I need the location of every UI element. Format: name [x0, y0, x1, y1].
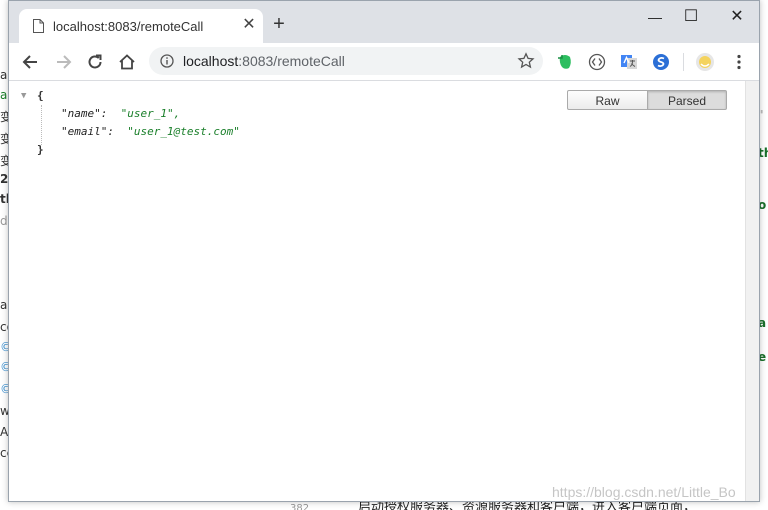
collapse-toggle-icon[interactable]: ▼	[21, 87, 26, 106]
browser-toolbar: localhost:8083/remoteCall	[9, 43, 759, 81]
forward-arrow-icon[interactable]	[53, 52, 73, 72]
info-icon[interactable]	[160, 54, 174, 68]
new-tab-button[interactable]: +	[269, 14, 289, 34]
json-value: "user_1",	[120, 107, 181, 120]
profile-avatar-icon[interactable]	[695, 52, 715, 72]
maximize-button[interactable]: ☐	[677, 7, 705, 27]
bg-fragment: a	[0, 68, 8, 82]
bg-fragment: a	[0, 88, 8, 102]
tab-title: localhost:8083/remoteCall	[53, 19, 204, 34]
reload-icon[interactable]	[85, 52, 105, 72]
document-icon	[33, 19, 44, 33]
vertical-scrollbar[interactable]	[745, 81, 759, 501]
close-window-button[interactable]: ✕	[723, 7, 751, 27]
json-extension-icon[interactable]	[587, 52, 607, 72]
home-icon[interactable]	[117, 52, 137, 72]
json-value: "user_1@test.com"	[127, 125, 240, 138]
bookmark-star-icon[interactable]	[517, 52, 535, 70]
json-open-brace: {	[37, 89, 44, 102]
parsed-button[interactable]: Parsed	[647, 90, 727, 110]
page-content: ▼ { "name": "user_1", "email": "user_1@t…	[9, 81, 745, 501]
browser-window: localhost:8083/remoteCall ✕ + — ☐ ✕ loca…	[8, 0, 760, 502]
line-number: 382	[290, 503, 310, 510]
watermark: https://blog.csdn.net/Little_Bo	[552, 484, 736, 500]
browser-tab[interactable]: localhost:8083/remoteCall ✕	[19, 9, 263, 43]
title-bar: localhost:8083/remoteCall ✕ + — ☐ ✕	[9, 1, 759, 43]
raw-button[interactable]: Raw	[567, 90, 648, 110]
json-entry: "email": "user_1@test.com"	[61, 122, 240, 141]
json-close-brace: }	[37, 143, 44, 156]
translate-extension-icon[interactable]	[619, 52, 639, 72]
json-key: "email":	[61, 125, 114, 138]
address-bar[interactable]: localhost:8083/remoteCall	[149, 47, 543, 75]
menu-kebab-icon[interactable]	[729, 52, 749, 72]
s-extension-icon[interactable]	[651, 52, 671, 72]
json-entry: "name": "user_1",	[61, 104, 180, 123]
close-tab-icon[interactable]: ✕	[241, 16, 257, 34]
indent-guide	[41, 105, 42, 145]
url-path: :8083/remoteCall	[238, 53, 345, 69]
url-host: localhost	[183, 53, 239, 69]
back-arrow-icon[interactable]	[21, 52, 41, 72]
toolbar-divider	[683, 53, 684, 71]
url-text: localhost:8083/remoteCall	[183, 53, 345, 69]
minimize-button[interactable]: —	[641, 7, 669, 27]
evernote-extension-icon[interactable]	[555, 52, 575, 72]
json-key: "name":	[61, 107, 108, 120]
